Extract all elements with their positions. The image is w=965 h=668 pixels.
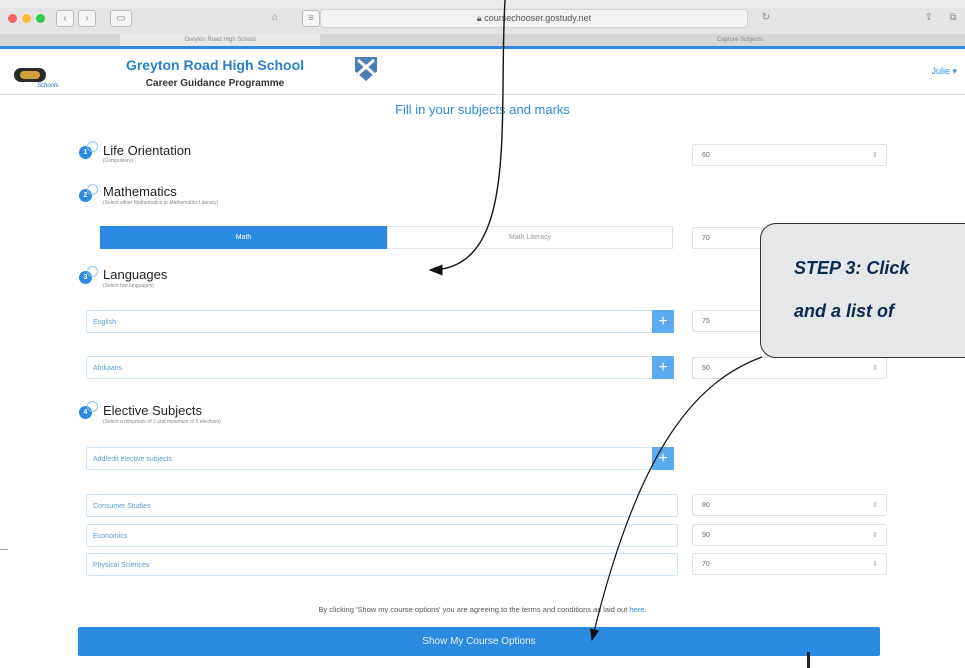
- arrow-to-submit: [589, 356, 763, 642]
- callout-line-1: STEP 3: Click: [794, 258, 910, 278]
- arrow-to-languages: [428, 0, 506, 276]
- instruction-callout: [760, 223, 965, 358]
- text-cursor-icon: [807, 652, 810, 668]
- callout-line-2: and a list of: [794, 301, 895, 321]
